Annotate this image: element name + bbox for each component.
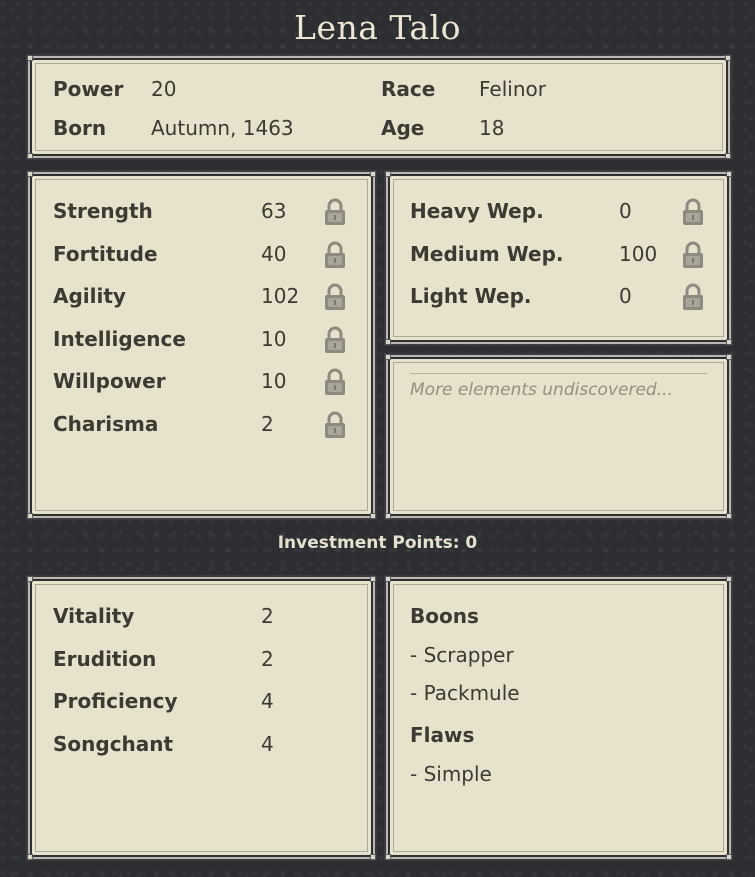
attributes-panel: Strength 63 Fortitude 40 Agility 102 Intellige… bbox=[27, 171, 376, 519]
elements-undiscovered-text: More elements undiscovered... bbox=[410, 373, 707, 400]
attribute-label: Fortitude bbox=[53, 241, 158, 266]
lock-icon[interactable] bbox=[323, 411, 347, 439]
attribute-value: 2 bbox=[261, 411, 274, 436]
race-label: Race bbox=[381, 77, 436, 101]
elements-panel: More elements undiscovered... bbox=[385, 354, 732, 519]
attribute-value: 10 bbox=[261, 326, 287, 351]
weapon-label: Heavy Wep. bbox=[410, 199, 544, 223]
race-value: Felinor bbox=[479, 77, 546, 101]
lock-icon[interactable] bbox=[323, 198, 347, 226]
investment-value: 4 bbox=[261, 731, 274, 756]
info-panel: Power 20 Born Autumn, 1463 Race Felinor … bbox=[27, 55, 731, 159]
lock-icon[interactable] bbox=[323, 326, 347, 354]
traits-panel: Boons - Scrapper - Packmule Flaws - Simp… bbox=[385, 576, 732, 860]
lock-icon[interactable] bbox=[681, 198, 705, 226]
attribute-label: Willpower bbox=[53, 369, 166, 393]
investment-label: Songchant bbox=[53, 731, 174, 756]
attribute-value: 10 bbox=[261, 369, 287, 393]
attribute-value: 102 bbox=[261, 284, 300, 308]
character-name: Lena Talo bbox=[294, 8, 461, 47]
attribute-value: 40 bbox=[261, 241, 287, 266]
investment-label: Vitality bbox=[53, 604, 135, 628]
attribute-label: Strength bbox=[53, 199, 153, 223]
power-value: 20 bbox=[151, 77, 177, 101]
lock-icon[interactable] bbox=[323, 368, 347, 396]
boon-item[interactable]: - Packmule bbox=[410, 681, 520, 705]
lock-icon[interactable] bbox=[681, 283, 705, 311]
flaw-item[interactable]: - Simple bbox=[410, 762, 492, 786]
weapon-value: 0 bbox=[619, 199, 632, 223]
lock-icon[interactable] bbox=[323, 283, 347, 311]
born-label: Born bbox=[53, 116, 107, 140]
attribute-label: Agility bbox=[53, 284, 126, 308]
weapon-value: 0 bbox=[619, 284, 632, 308]
weapon-label: Medium Wep. bbox=[410, 241, 564, 266]
age-value: 18 bbox=[479, 116, 505, 140]
investment-value: 4 bbox=[261, 689, 274, 713]
age-label: Age bbox=[381, 116, 425, 140]
weapon-label: Light Wep. bbox=[410, 284, 532, 308]
investments-panel: Vitality 2 Erudition 2 Proficiency 4 Songchant… bbox=[27, 576, 376, 860]
boons-heading: Boons bbox=[410, 604, 479, 628]
born-value: Autumn, 1463 bbox=[151, 116, 294, 140]
boon-item[interactable]: - Scrapper bbox=[410, 643, 514, 667]
weapon-value: 100 bbox=[619, 241, 658, 266]
investment-value: 2 bbox=[261, 604, 274, 628]
lock-icon[interactable] bbox=[681, 241, 705, 269]
attribute-label: Charisma bbox=[53, 411, 159, 436]
flaws-heading: Flaws bbox=[410, 723, 475, 747]
attribute-label: Intelligence bbox=[53, 326, 186, 351]
investment-value: 2 bbox=[261, 646, 274, 671]
weapons-panel: Heavy Wep. 0 Medium Wep. 100 Light Wep. 0 bbox=[385, 171, 732, 345]
investment-points: Investment Points: 0 bbox=[277, 533, 478, 553]
power-label: Power bbox=[53, 77, 124, 101]
attribute-value: 63 bbox=[261, 199, 287, 223]
investment-label: Erudition bbox=[53, 646, 157, 671]
investment-label: Proficiency bbox=[53, 689, 178, 713]
lock-icon[interactable] bbox=[323, 241, 347, 269]
